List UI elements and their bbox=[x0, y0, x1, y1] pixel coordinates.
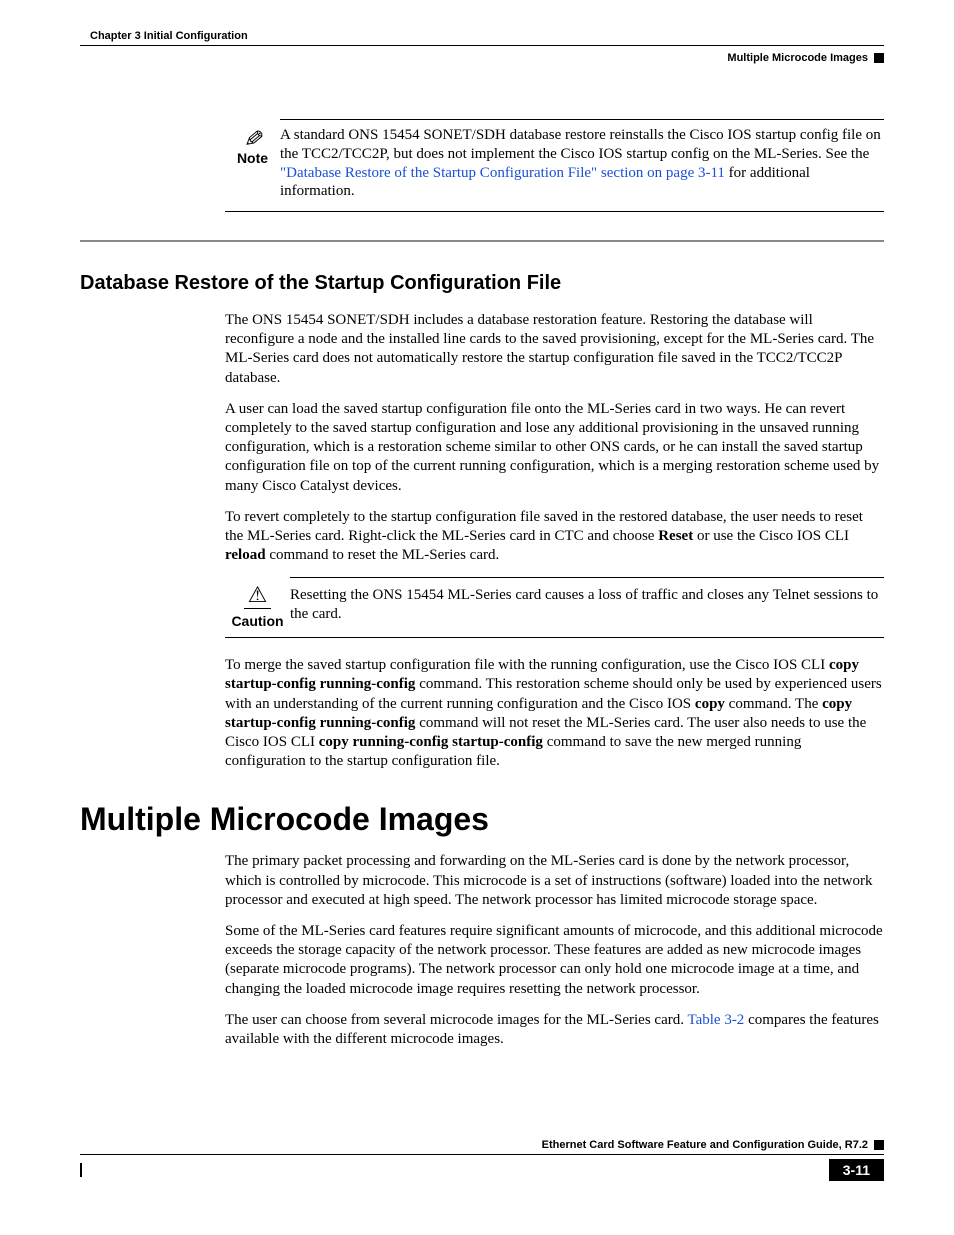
page-number: 3-11 bbox=[829, 1159, 884, 1181]
body-paragraph: To merge the saved startup configuration… bbox=[225, 656, 884, 771]
body-paragraph: The ONS 15454 SONET/SDH includes a datab… bbox=[225, 311, 884, 388]
note-body: A standard ONS 15454 SONET/SDH database … bbox=[280, 126, 884, 201]
footer-title: Ethernet Card Software Feature and Confi… bbox=[542, 1139, 868, 1151]
page-footer: Ethernet Card Software Feature and Confi… bbox=[80, 1139, 884, 1181]
header-marker-icon bbox=[874, 53, 884, 63]
body-paragraph: To revert completely to the startup conf… bbox=[225, 508, 884, 566]
caution-body: Resetting the ONS 15454 ML-Series card c… bbox=[290, 584, 884, 624]
caution-block: ⚠ Caution Resetting the ONS 15454 ML-Ser… bbox=[225, 577, 884, 638]
body-paragraph: The primary packet processing and forwar… bbox=[225, 852, 884, 910]
body-paragraph: The user can choose from several microco… bbox=[225, 1011, 884, 1049]
table-crossref-link[interactable]: Table 3-2 bbox=[687, 1012, 744, 1028]
pencil-icon: ✎ bbox=[240, 127, 266, 149]
header-chapter: Chapter 3 Initial Configuration bbox=[80, 30, 248, 42]
header-section: Multiple Microcode Images bbox=[80, 52, 884, 64]
note-label: Note bbox=[225, 150, 280, 166]
note-crossref-link[interactable]: "Database Restore of the Startup Configu… bbox=[280, 165, 725, 181]
section-heading-microcode: Multiple Microcode Images bbox=[80, 801, 884, 838]
header-section-text: Multiple Microcode Images bbox=[727, 52, 868, 64]
footer-marker-icon bbox=[874, 1140, 884, 1150]
body-paragraph: A user can load the saved startup config… bbox=[225, 400, 884, 496]
warning-triangle-icon: ⚠ bbox=[244, 584, 272, 609]
body-paragraph: Some of the ML-Series card features requ… bbox=[225, 922, 884, 999]
page-header: Chapter 3 Initial Configuration bbox=[80, 30, 884, 42]
section-heading-db-restore: Database Restore of the Startup Configur… bbox=[80, 272, 884, 295]
caution-label: Caution bbox=[225, 613, 290, 629]
footer-tick-icon bbox=[80, 1163, 82, 1177]
note-block: ✎ Note A standard ONS 15454 SONET/SDH da… bbox=[225, 126, 884, 201]
